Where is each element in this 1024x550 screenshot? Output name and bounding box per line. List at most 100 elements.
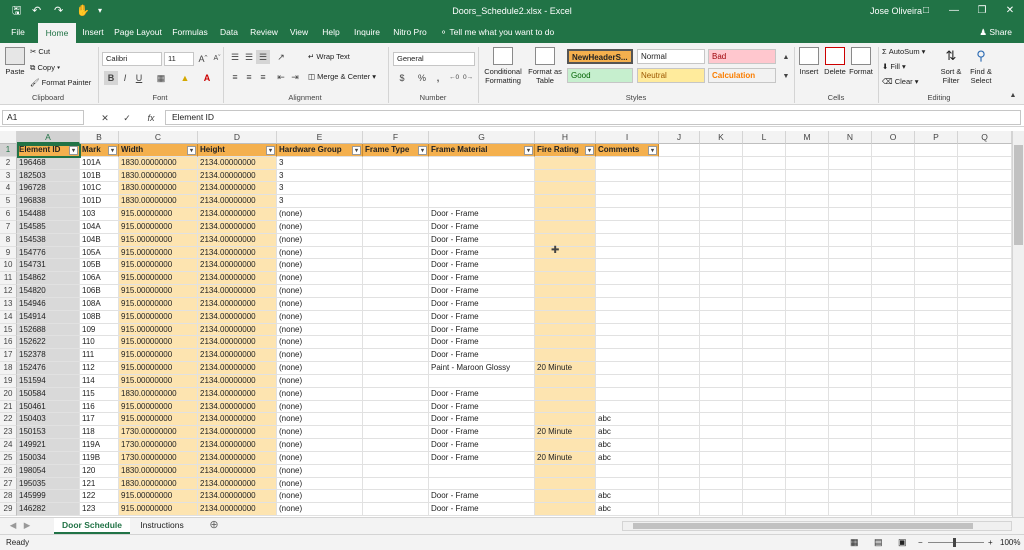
- table-cell[interactable]: 1830.00000000: [119, 195, 198, 209]
- table-cell[interactable]: [700, 362, 743, 375]
- table-cell[interactable]: [743, 220, 786, 234]
- minimize-icon[interactable]: —: [940, 0, 968, 22]
- select-all-corner[interactable]: [0, 131, 17, 144]
- table-cell[interactable]: (none): [277, 503, 363, 517]
- zoom-slider-track[interactable]: [928, 542, 984, 543]
- table-cell[interactable]: 915.00000000: [119, 285, 198, 298]
- table-cell[interactable]: [786, 400, 829, 414]
- table-cell[interactable]: Paint - Maroon Glossy: [429, 362, 535, 375]
- table-cell[interactable]: [743, 156, 786, 170]
- table-cell[interactable]: [535, 246, 596, 260]
- table-cell[interactable]: [786, 503, 829, 517]
- table-cell[interactable]: [659, 285, 700, 298]
- table-cell[interactable]: [958, 426, 1012, 440]
- table-cell[interactable]: [872, 387, 915, 401]
- table-cell[interactable]: (none): [277, 413, 363, 427]
- table-cell[interactable]: [958, 156, 1012, 170]
- table-cell[interactable]: [829, 144, 872, 157]
- table-cell[interactable]: [659, 336, 700, 350]
- table-cell[interactable]: [659, 426, 700, 440]
- table-cell[interactable]: [363, 220, 429, 234]
- table-cell[interactable]: [429, 374, 535, 388]
- cancel-icon[interactable]: ✕: [98, 111, 112, 125]
- table-cell[interactable]: 154862: [17, 272, 80, 286]
- sort-filter-button[interactable]: ⇅ Sort & Filter: [936, 47, 966, 85]
- row-header[interactable]: 3: [0, 169, 17, 183]
- style-newheader[interactable]: NewHeaderS...: [567, 49, 633, 64]
- table-cell[interactable]: [700, 400, 743, 414]
- table-cell[interactable]: [363, 362, 429, 375]
- table-cell[interactable]: [786, 169, 829, 183]
- table-cell[interactable]: [786, 374, 829, 388]
- table-cell[interactable]: [915, 323, 958, 337]
- table-cell[interactable]: [743, 349, 786, 363]
- cut-button[interactable]: ✂ Cut: [30, 47, 50, 56]
- table-cell[interactable]: 154820: [17, 285, 80, 298]
- table-cell[interactable]: [535, 156, 596, 170]
- table-cell[interactable]: [829, 156, 872, 170]
- table-cell[interactable]: [700, 208, 743, 221]
- table-cell[interactable]: [363, 156, 429, 170]
- table-cell[interactable]: [829, 182, 872, 196]
- table-cell[interactable]: [829, 362, 872, 375]
- table-cell[interactable]: Door - Frame: [429, 503, 535, 517]
- row-header[interactable]: 16: [0, 336, 17, 350]
- table-cell[interactable]: [786, 464, 829, 478]
- table-cell[interactable]: [872, 259, 915, 273]
- table-header-cell[interactable]: Height ▾: [198, 144, 277, 157]
- table-cell[interactable]: [829, 374, 872, 388]
- table-cell[interactable]: [743, 297, 786, 311]
- wrap-text-button[interactable]: ↵ Wrap Text: [308, 52, 350, 61]
- table-cell[interactable]: [700, 413, 743, 427]
- zoom-level[interactable]: 100%: [1000, 535, 1020, 550]
- table-cell[interactable]: 1730.00000000: [119, 451, 198, 465]
- scrollbar-thumb[interactable]: [1014, 145, 1023, 245]
- table-cell[interactable]: abc: [596, 451, 659, 465]
- table-cell[interactable]: 154488: [17, 208, 80, 221]
- table-cell[interactable]: [659, 208, 700, 221]
- align-bottom-icon[interactable]: ☰: [256, 50, 270, 64]
- table-cell[interactable]: 114: [80, 374, 119, 388]
- table-cell[interactable]: 119B: [80, 451, 119, 465]
- column-header-e[interactable]: E: [277, 131, 363, 144]
- table-cell[interactable]: 20 Minute: [535, 426, 596, 440]
- table-cell[interactable]: [915, 336, 958, 350]
- table-cell[interactable]: [659, 439, 700, 452]
- table-cell[interactable]: [786, 259, 829, 273]
- zoom-out-icon[interactable]: −: [918, 535, 923, 550]
- tab-insert[interactable]: Insert: [78, 22, 108, 43]
- table-cell[interactable]: [829, 169, 872, 183]
- table-cell[interactable]: 146282: [17, 503, 80, 517]
- table-cell[interactable]: [786, 220, 829, 234]
- table-cell[interactable]: [829, 336, 872, 350]
- table-cell[interactable]: [915, 439, 958, 452]
- table-cell[interactable]: [958, 195, 1012, 209]
- table-cell[interactable]: [596, 208, 659, 221]
- table-cell[interactable]: [915, 387, 958, 401]
- table-cell[interactable]: 2134.00000000: [198, 426, 277, 440]
- table-cell[interactable]: [659, 233, 700, 247]
- table-cell[interactable]: 3: [277, 195, 363, 209]
- page-layout-view-icon[interactable]: ▤: [874, 535, 883, 550]
- table-cell[interactable]: [535, 297, 596, 311]
- table-cell[interactable]: [596, 272, 659, 286]
- table-cell[interactable]: (none): [277, 220, 363, 234]
- table-cell[interactable]: [743, 490, 786, 504]
- row-header[interactable]: 9: [0, 246, 17, 260]
- filter-dropdown-icon[interactable]: ▾: [266, 146, 275, 155]
- column-header-p[interactable]: P: [915, 131, 958, 144]
- table-cell[interactable]: (none): [277, 272, 363, 286]
- orientation-icon[interactable]: ↗: [274, 50, 288, 64]
- table-cell[interactable]: 1830.00000000: [119, 182, 198, 196]
- table-cell[interactable]: 915.00000000: [119, 503, 198, 517]
- table-cell[interactable]: [659, 464, 700, 478]
- table-cell[interactable]: [915, 233, 958, 247]
- tab-nitro-pro[interactable]: Nitro Pro: [388, 22, 432, 43]
- row-header[interactable]: 12: [0, 285, 17, 298]
- table-cell[interactable]: 154914: [17, 310, 80, 324]
- table-cell[interactable]: [872, 297, 915, 311]
- table-cell[interactable]: abc: [596, 413, 659, 427]
- horizontal-scrollbar[interactable]: [622, 521, 1012, 531]
- borders-icon[interactable]: ▦: [154, 71, 168, 85]
- table-cell[interactable]: 2134.00000000: [198, 285, 277, 298]
